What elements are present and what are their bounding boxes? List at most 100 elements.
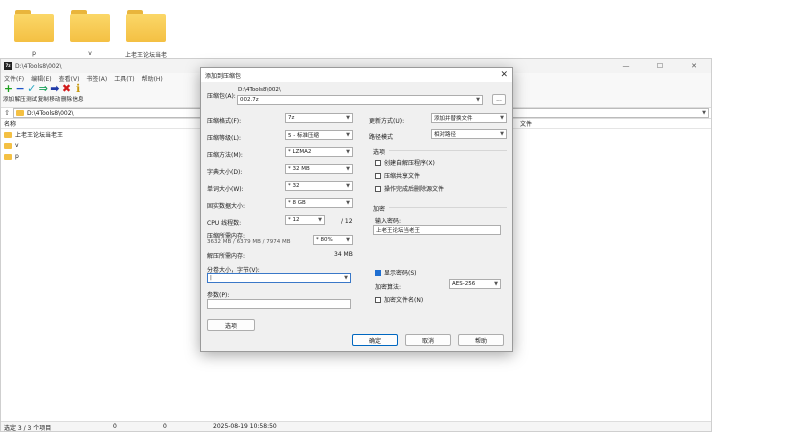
minimize-button[interactable]: — xyxy=(609,59,643,73)
checkbox-box xyxy=(375,296,381,303)
7zip-app-icon: 7z xyxy=(4,62,12,70)
chevron-down-icon: ▼ xyxy=(500,131,504,137)
maximize-button[interactable]: ☐ xyxy=(643,59,677,73)
group-divider xyxy=(389,207,507,208)
format-label: 压缩格式(F): xyxy=(207,118,242,125)
archive-name-combo[interactable]: 002.7z ▼ xyxy=(237,95,483,105)
chevron-down-icon: ▼ xyxy=(346,200,350,206)
column-file[interactable]: 文件 xyxy=(520,119,532,128)
cancel-button[interactable]: 取消 xyxy=(405,334,451,346)
cpu-total: / 12 xyxy=(341,218,353,225)
password-input[interactable]: 上老王论坛当老王 xyxy=(373,225,501,235)
chevron-down-icon: ▼ xyxy=(344,275,348,281)
chevron-down-icon: ▼ xyxy=(346,166,350,172)
delete-after-checkbox[interactable]: 操作完成后删除源文件 xyxy=(375,184,444,193)
path-mode-label: 路径模式 xyxy=(369,134,394,141)
column-name[interactable]: 名称 xyxy=(4,119,16,128)
update-label: 更新方式(U): xyxy=(369,118,405,125)
encrypt-names-checkbox[interactable]: 加密文件名(N) xyxy=(375,295,423,304)
status-size: 0 xyxy=(113,423,117,430)
folder-icon xyxy=(4,131,12,138)
archive-label: 压缩包(A): xyxy=(207,93,236,100)
browse-button[interactable]: ... xyxy=(492,94,506,105)
menu-help[interactable]: 帮助(H) xyxy=(142,74,163,83)
mem-percent-select[interactable]: * 80% ▼ xyxy=(313,235,353,245)
ok-button[interactable]: 确定 xyxy=(352,334,398,346)
update-mode-select[interactable]: 添加并替换文件 ▼ xyxy=(431,113,507,123)
split-size-combo[interactable]: | ▼ xyxy=(207,273,351,283)
folder-icon xyxy=(14,10,54,42)
sfx-checkbox[interactable]: 创建自解压程序(X) xyxy=(375,158,435,167)
chevron-down-icon: ▼ xyxy=(346,149,350,155)
checkbox-box xyxy=(375,185,381,192)
encryption-group-title: 加密 xyxy=(373,206,386,213)
chevron-down-icon: ▼ xyxy=(494,281,498,287)
chevron-down-icon: ▼ xyxy=(500,115,504,121)
dict-select[interactable]: * 32 MB ▼ xyxy=(285,164,353,174)
dialog-titlebar: 添加到压缩包 ✕ xyxy=(201,68,512,82)
chevron-down-icon: ▼ xyxy=(346,237,350,243)
word-select[interactable]: * 32 ▼ xyxy=(285,181,353,191)
menu-bookmarks[interactable]: 书签(A) xyxy=(86,74,107,83)
chevron-down-icon: ▼ xyxy=(346,132,350,138)
group-divider xyxy=(389,150,507,151)
up-folder-icon[interactable]: ⇧ xyxy=(1,108,13,119)
password-label: 输入密码: xyxy=(375,218,402,225)
folder-icon xyxy=(70,10,110,42)
options-group-title: 选项 xyxy=(373,149,386,156)
help-button[interactable]: 帮助 xyxy=(458,334,504,346)
decomp-label: 解压所需内存: xyxy=(207,253,246,260)
info-icon: ℹ xyxy=(75,82,81,95)
add-to-archive-dialog: 添加到压缩包 ✕ 压缩包(A): D:\4Tools8\002\ 002.7z … xyxy=(200,67,513,352)
toolbar-info-button[interactable]: ℹ 信息 xyxy=(73,82,84,104)
chevron-down-icon: ▼ xyxy=(318,217,322,223)
chevron-down-icon: ▼ xyxy=(346,183,350,189)
dialog-title: 添加到压缩包 xyxy=(205,72,242,80)
solid-label: 固实数据大小: xyxy=(207,203,246,210)
move-icon: ➡ xyxy=(50,82,60,95)
show-password-checkbox[interactable]: 显示密码(S) xyxy=(375,268,417,277)
format-select[interactable]: 7z ▼ xyxy=(285,113,353,123)
chevron-down-icon[interactable]: ▼ xyxy=(702,110,706,116)
address-text: D:\4Tools8\002\ xyxy=(27,109,74,117)
folder-icon xyxy=(4,142,12,149)
add-icon: + xyxy=(3,82,14,95)
shared-files-checkbox[interactable]: 压缩共享文件 xyxy=(375,171,420,180)
folder-icon xyxy=(4,153,12,160)
close-icon[interactable]: ✕ xyxy=(500,68,508,82)
dict-label: 字典大小(D): xyxy=(207,169,243,176)
mem-detail: 3632 MB / 6379 MB / 7974 MB xyxy=(207,239,291,245)
word-label: 单词大小(W): xyxy=(207,186,244,193)
options-button[interactable]: 选项 xyxy=(207,319,255,331)
solid-select[interactable]: * 8 GB ▼ xyxy=(285,198,353,208)
archive-dir: D:\4Tools8\002\ xyxy=(238,87,281,93)
path-mode-select[interactable]: 相对路径 ▼ xyxy=(431,129,507,139)
checkbox-box xyxy=(375,159,381,166)
method-label: 压缩方法(M): xyxy=(207,152,243,159)
menu-tools[interactable]: 工具(T) xyxy=(114,74,134,83)
folder-label: v xyxy=(88,50,92,57)
status-packed: 0 xyxy=(163,423,167,430)
window-title: D:\4Tools8\002\ xyxy=(15,62,62,70)
enc-method-label: 加密算法: xyxy=(375,284,402,291)
enc-method-select[interactable]: AES-256 ▼ xyxy=(449,279,501,289)
desktop-folder-v[interactable]: v xyxy=(68,10,112,57)
desktop-folder-laowang[interactable]: 上老王论坛当老 xyxy=(124,10,168,59)
params-input[interactable] xyxy=(207,299,351,309)
cpu-label: CPU 线程数: xyxy=(207,220,242,227)
status-time: 2025-08-19 10:58:50 xyxy=(213,423,277,430)
chevron-down-icon: ▼ xyxy=(346,115,350,121)
chevron-down-icon: ▼ xyxy=(476,97,480,103)
method-select[interactable]: * LZMA2 ▼ xyxy=(285,147,353,157)
decomp-value: 34 MB xyxy=(334,251,353,258)
copy-icon: ⇒ xyxy=(38,82,48,95)
level-select[interactable]: 5 - 标准压缩 ▼ xyxy=(285,130,353,140)
cpu-select[interactable]: * 12 ▼ xyxy=(285,215,325,225)
extract-icon: − xyxy=(15,82,25,95)
params-label: 参数(P): xyxy=(207,292,230,299)
status-selected: 选定 3 / 3 个项目 xyxy=(4,425,52,432)
checkbox-box xyxy=(375,172,381,179)
desktop-folder-p[interactable]: p xyxy=(12,10,56,57)
close-window-button[interactable]: ✕ xyxy=(677,59,711,73)
folder-icon xyxy=(126,10,166,42)
